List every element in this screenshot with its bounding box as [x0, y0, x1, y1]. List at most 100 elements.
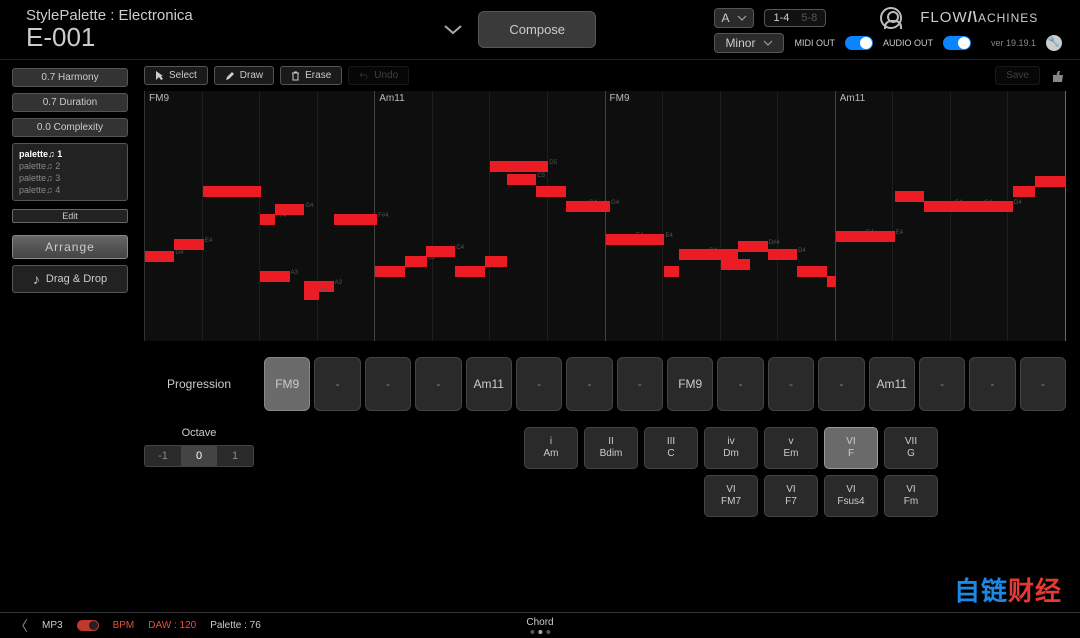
- note[interactable]: D4: [679, 249, 708, 260]
- footer-back-icon[interactable]: 〈: [14, 616, 28, 636]
- complexity-param[interactable]: 0.0 Complexity: [12, 118, 128, 137]
- note[interactable]: C5: [507, 174, 536, 185]
- octave-option[interactable]: -1: [145, 446, 181, 466]
- collapse-chevron-icon[interactable]: [444, 25, 462, 35]
- pencil-icon: [225, 71, 235, 81]
- harmony-param[interactable]: 0.7 Harmony: [12, 68, 128, 87]
- palette-item[interactable]: palette♫ 3: [19, 172, 121, 184]
- user-avatar-icon[interactable]: [880, 7, 902, 29]
- progression-cell[interactable]: -: [969, 357, 1015, 411]
- note[interactable]: [203, 186, 261, 197]
- compose-button[interactable]: Compose: [478, 11, 596, 48]
- palette-item[interactable]: palette♫ 4: [19, 184, 121, 196]
- note[interactable]: G4: [275, 204, 304, 215]
- note[interactable]: [895, 191, 924, 202]
- palette-item[interactable]: palette♫ 1: [19, 148, 121, 160]
- note[interactable]: E4: [865, 231, 894, 242]
- note[interactable]: [664, 266, 679, 277]
- note[interactable]: C4: [426, 246, 455, 257]
- progression-cell[interactable]: -: [365, 357, 411, 411]
- note[interactable]: G4: [954, 201, 983, 212]
- key-select[interactable]: A: [714, 8, 754, 28]
- progression-cell[interactable]: -: [768, 357, 814, 411]
- note[interactable]: E4: [635, 234, 664, 245]
- piano-roll[interactable]: FM9Am11FM9Am11 G4E4F#4A3G4A3A3F#4B3C4D5C…: [144, 91, 1066, 341]
- chord-button[interactable]: iAm: [524, 427, 578, 469]
- note[interactable]: G4: [145, 251, 174, 262]
- cursor-icon: [155, 70, 164, 81]
- mp3-label: MP3: [42, 620, 63, 631]
- note[interactable]: [536, 186, 565, 197]
- progression-cell[interactable]: Am11: [466, 357, 512, 411]
- note[interactable]: [455, 266, 484, 277]
- drag-drop-button[interactable]: ♪Drag & Drop: [12, 265, 128, 293]
- note[interactable]: G4: [588, 201, 610, 212]
- palette-count: Palette : 76: [210, 620, 261, 631]
- note[interactable]: [721, 259, 750, 270]
- thumbs-up-icon[interactable]: [1050, 68, 1066, 84]
- chord-button[interactable]: IIBdim: [584, 427, 638, 469]
- midi-out-toggle[interactable]: [845, 36, 873, 50]
- draw-tool[interactable]: Draw: [214, 66, 274, 85]
- octave-selector[interactable]: -101: [144, 445, 254, 467]
- octave-option[interactable]: 0: [181, 446, 217, 466]
- chord-button[interactable]: VIFsus4: [824, 475, 878, 517]
- note[interactable]: [1035, 176, 1066, 187]
- note[interactable]: G4: [983, 201, 1012, 212]
- progression-cell[interactable]: -: [314, 357, 360, 411]
- note[interactable]: A3: [304, 289, 319, 300]
- chord-label: Am11: [840, 93, 865, 104]
- edit-button[interactable]: Edit: [12, 209, 128, 223]
- scale-select[interactable]: Minor: [714, 33, 784, 53]
- progression-cell[interactable]: -: [717, 357, 763, 411]
- erase-tool[interactable]: Erase: [280, 66, 342, 85]
- audio-out-toggle[interactable]: [943, 36, 971, 50]
- bar-range[interactable]: 1-45-8: [764, 9, 826, 27]
- chord-button[interactable]: VIF: [824, 427, 878, 469]
- chord-button[interactable]: IIIC: [644, 427, 698, 469]
- note[interactable]: E4: [836, 231, 865, 242]
- arrange-button[interactable]: Arrange: [12, 235, 128, 259]
- note[interactable]: D#4: [738, 241, 767, 252]
- note[interactable]: G4: [924, 201, 953, 212]
- note[interactable]: [375, 266, 404, 277]
- chord-button[interactable]: VIFm: [884, 475, 938, 517]
- progression-cell[interactable]: Am11: [869, 357, 915, 411]
- progression-cell[interactable]: -: [566, 357, 612, 411]
- note[interactable]: G4: [566, 201, 588, 212]
- page-dots[interactable]: [526, 630, 553, 634]
- progression-cell[interactable]: FM9: [667, 357, 713, 411]
- chord-button[interactable]: VIFM7: [704, 475, 758, 517]
- note[interactable]: B3: [405, 256, 427, 267]
- note[interactable]: F#4: [334, 214, 377, 225]
- note[interactable]: [827, 276, 836, 287]
- select-tool[interactable]: Select: [144, 66, 208, 85]
- note[interactable]: A3: [260, 271, 289, 282]
- note[interactable]: [485, 256, 507, 267]
- progression-cell[interactable]: -: [919, 357, 965, 411]
- audio-out-label: AUDIO OUT: [883, 38, 933, 48]
- duration-param[interactable]: 0.7 Duration: [12, 93, 128, 112]
- note[interactable]: E4: [606, 234, 635, 245]
- note[interactable]: D4: [768, 249, 797, 260]
- progression-cell[interactable]: -: [415, 357, 461, 411]
- note[interactable]: F#4: [260, 214, 275, 225]
- progression-cell[interactable]: -: [1020, 357, 1066, 411]
- progression-cell[interactable]: -: [818, 357, 864, 411]
- progression-cell[interactable]: FM9: [264, 357, 310, 411]
- octave-option[interactable]: 1: [217, 446, 253, 466]
- undo-icon: [359, 72, 369, 80]
- note[interactable]: E4: [174, 239, 203, 250]
- chord-button[interactable]: VIF7: [764, 475, 818, 517]
- chord-button[interactable]: ivDm: [704, 427, 758, 469]
- chord-button[interactable]: VIIG: [884, 427, 938, 469]
- mp3-toggle[interactable]: [77, 620, 99, 631]
- chord-button[interactable]: vEm: [764, 427, 818, 469]
- settings-icon[interactable]: 🔧: [1046, 35, 1062, 51]
- palette-item[interactable]: palette♫ 2: [19, 160, 121, 172]
- note[interactable]: D5: [490, 161, 548, 172]
- note[interactable]: [797, 266, 826, 277]
- progression-cell[interactable]: -: [617, 357, 663, 411]
- note[interactable]: [1013, 186, 1035, 197]
- progression-cell[interactable]: -: [516, 357, 562, 411]
